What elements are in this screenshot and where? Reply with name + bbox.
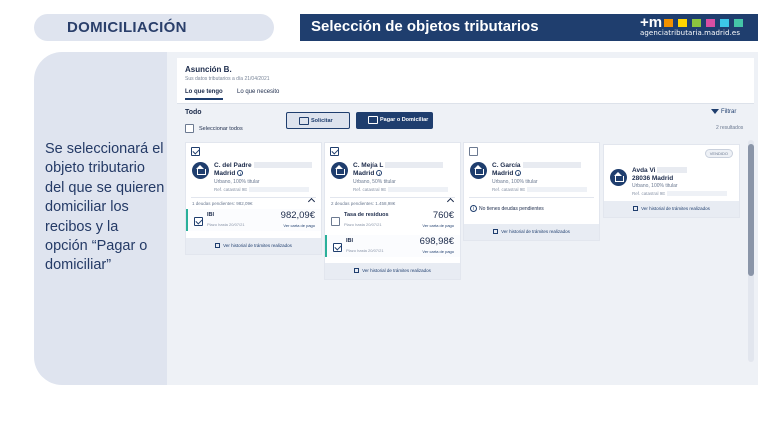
logo-text: agenciatributaria.madrid.es xyxy=(640,29,741,37)
debt-row[interactable]: IBI Plazo hasta 20/07/21 698,98€ Ver car… xyxy=(325,235,460,257)
cadastral-ref: Ref. catastral 9E xyxy=(214,187,310,193)
logo-square-3 xyxy=(692,19,701,27)
property-address: C. García Madrid i xyxy=(492,162,581,177)
debt-amount: 698,98€ xyxy=(419,236,454,247)
pagar-domiciliar-button[interactable]: Pagar o Domiciliar xyxy=(356,112,433,129)
filtrar-link[interactable]: Filtrar xyxy=(711,109,737,115)
card-checkbox[interactable] xyxy=(330,147,339,156)
property-use: Urbano, 100% titular xyxy=(492,179,538,185)
debt-checkbox[interactable] xyxy=(331,217,340,226)
property-address: Avda Vi 28036 Madrid xyxy=(632,167,688,182)
app-screen: Asunción B. Sus datos tributarios a día … xyxy=(167,52,758,385)
pagar-domiciliar-label: Pagar o Domiciliar xyxy=(380,117,429,123)
collapse-icon[interactable] xyxy=(446,197,455,206)
history-link[interactable]: Ver historial de trámites realizados xyxy=(464,224,599,240)
banner-title: Selección de objetos tributarios xyxy=(311,18,539,35)
divider xyxy=(191,197,316,198)
user-name: Asunción B. xyxy=(185,65,232,74)
select-all-checkbox[interactable] xyxy=(185,124,194,133)
debts-summary: 2 deudas pendientes: 1.458,98€ xyxy=(331,201,396,206)
debt-name: Tasa de residuos xyxy=(344,212,389,218)
logo-square-5 xyxy=(720,19,729,27)
filter-icon xyxy=(711,109,719,114)
logo-square-2 xyxy=(678,19,687,27)
house-icon xyxy=(470,162,487,179)
debt-row[interactable]: IBI Plazo hasta 20/07/21 982,09€ Ver car… xyxy=(186,209,321,231)
info-icon: i xyxy=(470,205,477,212)
card-checkbox[interactable] xyxy=(191,147,200,156)
history-icon xyxy=(493,229,499,235)
tab-lo-que-necesito[interactable]: Lo que necesito xyxy=(237,89,279,95)
divider xyxy=(330,197,455,198)
debt-name: IBI xyxy=(346,238,354,244)
agency-logo: +m agenciatributaria.madrid.es xyxy=(640,14,752,39)
property-card[interactable]: C. Mejía L Madrid i Urbano, 50% titular R… xyxy=(324,142,461,280)
property-card[interactable]: C. García Madrid i Urbano, 100% titular R… xyxy=(463,142,600,241)
history-icon xyxy=(633,206,639,212)
debt-due: Plazo hasta 20/07/21 xyxy=(344,222,382,227)
property-card[interactable]: C. del Padre Madrid i Urbano, 100% titula… xyxy=(185,142,322,255)
property-address: C. del Padre Madrid i xyxy=(214,162,312,177)
info-icon[interactable]: i xyxy=(237,169,244,176)
sold-badge: VENDIDO xyxy=(704,149,733,158)
results-count: 2 resultados xyxy=(716,125,744,131)
debt-name: IBI xyxy=(207,212,215,218)
description-panel: Se seleccionará el objeto tributario del… xyxy=(34,52,167,385)
info-icon[interactable]: i xyxy=(376,169,383,176)
filtrar-label: Filtrar xyxy=(721,109,737,115)
debt-due: Plazo hasta 20/07/21 xyxy=(346,248,384,253)
debt-row[interactable]: Tasa de residuos Plazo hasta 20/07/21 76… xyxy=(325,209,460,231)
cadastral-ref: Ref. catastral 9E xyxy=(632,191,728,197)
house-icon xyxy=(192,162,209,179)
logo-square-6 xyxy=(734,19,743,27)
solicitar-label: Solicitar xyxy=(311,118,333,124)
select-all-label[interactable]: Seleccionar todos xyxy=(199,126,243,132)
debt-checkbox[interactable] xyxy=(194,217,203,226)
logo-square-1 xyxy=(664,19,673,27)
collapse-icon[interactable] xyxy=(307,197,316,206)
payment-letter-link[interactable]: Ver carta de pago xyxy=(283,223,315,228)
debt-amount: 760€ xyxy=(432,210,454,221)
cadastral-ref: Ref. catastral 9E xyxy=(353,187,449,193)
card-checkbox[interactable] xyxy=(469,147,478,156)
cadastral-ref: Ref. catastral 9E xyxy=(492,187,588,193)
house-icon xyxy=(331,162,348,179)
house-icon xyxy=(610,169,627,186)
property-use: Urbano, 50% titular xyxy=(353,179,396,185)
payment-icon xyxy=(368,116,378,124)
no-debts-message: i No tienes deudas pendientes xyxy=(470,205,544,212)
filter-dropdown[interactable]: Todo xyxy=(185,109,202,116)
banner: Selección de objetos tributarios +m agen… xyxy=(300,14,758,41)
solicitar-button[interactable]: Solicitar xyxy=(286,112,350,129)
property-use: Urbano, 100% titular xyxy=(214,179,260,185)
debt-amount: 982,09€ xyxy=(280,210,315,221)
payment-letter-link[interactable]: Ver carta de pago xyxy=(422,223,454,228)
debts-summary: 1 deudas pendientes: 982,09€ xyxy=(192,201,253,206)
section-title: DOMICILIACIÓN xyxy=(67,19,187,36)
debt-due: Plazo hasta 20/07/21 xyxy=(207,222,245,227)
divider xyxy=(469,197,594,198)
scrollbar-thumb[interactable] xyxy=(748,144,754,276)
property-card[interactable]: VENDIDO Avda Vi 28036 Madrid Urbano, 100… xyxy=(603,144,740,218)
toolbar: Todo Seleccionar todos Solicitar Pagar o… xyxy=(177,105,754,143)
user-subtitle: Sus datos tributarios a día 21/04/2021 xyxy=(185,76,270,82)
logo-square-4 xyxy=(706,19,715,27)
section-title-pill: DOMICILIACIÓN xyxy=(34,14,274,41)
debt-checkbox[interactable] xyxy=(333,243,342,252)
info-icon[interactable]: i xyxy=(515,169,522,176)
app-header: Asunción B. Sus datos tributarios a día … xyxy=(177,58,754,104)
history-link[interactable]: Ver historial de trámites realizados xyxy=(604,201,739,217)
property-use: Urbano, 100% titular xyxy=(632,183,678,189)
tab-lo-que-tengo[interactable]: Lo que tengo xyxy=(185,89,223,100)
history-icon xyxy=(215,243,221,249)
history-link[interactable]: Ver historial de trámites realizados xyxy=(325,263,460,279)
request-icon xyxy=(299,117,309,125)
history-link[interactable]: Ver historial de trámites realizados xyxy=(186,238,321,254)
property-address: C. Mejía L Madrid i xyxy=(353,162,444,177)
description-text: Se seleccionará el objeto tributario del… xyxy=(45,141,165,274)
payment-letter-link[interactable]: Ver carta de pago xyxy=(422,249,454,254)
history-icon xyxy=(354,268,360,274)
